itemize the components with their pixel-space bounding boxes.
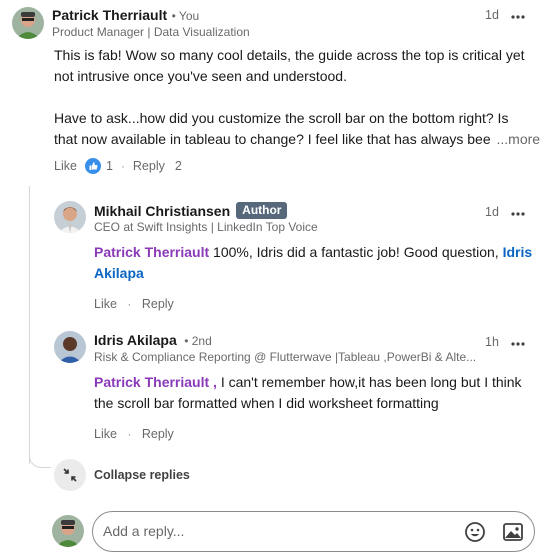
thread-line bbox=[29, 186, 30, 464]
collapse-replies-button[interactable]: Collapse replies bbox=[54, 459, 190, 491]
reply-time: 1d bbox=[485, 205, 499, 219]
reply-actions: Like · Reply bbox=[94, 425, 174, 443]
reply-author-name[interactable]: Idris Akilapa bbox=[94, 332, 177, 348]
see-more-link[interactable]: ...more bbox=[497, 131, 541, 147]
comment-line: This is fab! Wow so many cool details, t… bbox=[54, 47, 525, 63]
reply-author-name[interactable]: Mikhail Christiansen bbox=[94, 203, 230, 219]
like-count[interactable]: 1 bbox=[106, 159, 113, 173]
comment-line: not intrusive once you've seen and under… bbox=[54, 68, 347, 84]
comment-line: Have to ask...how did you customize the … bbox=[54, 110, 509, 126]
reply-input[interactable]: Add a reply... bbox=[92, 511, 535, 552]
emoji-icon[interactable] bbox=[464, 521, 486, 543]
mention-link[interactable]: Patrick Therriault , bbox=[94, 374, 217, 390]
avatar-patrick[interactable] bbox=[12, 7, 44, 39]
comment-body: This is fab! Wow so many cool details, t… bbox=[54, 45, 541, 150]
reply-text: I can't remember how,it has been long bu… bbox=[216, 374, 522, 390]
you-tag: • You bbox=[171, 9, 200, 23]
connection-degree: • 2nd bbox=[184, 334, 212, 348]
reply-author-headline: CEO at Swift Insights | LinkedIn Top Voi… bbox=[94, 220, 318, 234]
reply-button[interactable]: Reply bbox=[142, 297, 174, 311]
mention-link[interactable]: Akilapa bbox=[94, 265, 144, 281]
action-separator: · bbox=[127, 427, 132, 441]
like-reaction-icon[interactable] bbox=[84, 158, 101, 174]
reply-text: 100%, Idris did a fantastic job! Good qu… bbox=[209, 244, 503, 260]
mention-link[interactable]: Patrick Therriault bbox=[94, 244, 209, 260]
reply-input-placeholder: Add a reply... bbox=[103, 523, 185, 539]
thread-line-curve bbox=[29, 452, 51, 468]
avatar-current-user[interactable] bbox=[52, 515, 84, 547]
avatar-mikhail[interactable] bbox=[54, 201, 86, 233]
reply-button[interactable]: Reply bbox=[142, 427, 174, 441]
more-horizontal-icon[interactable] bbox=[510, 336, 526, 346]
comment-line: that now available in tableau to change?… bbox=[54, 131, 491, 147]
reply-button[interactable]: Reply bbox=[133, 159, 165, 173]
more-horizontal-icon[interactable] bbox=[510, 206, 526, 216]
like-button[interactable]: Like bbox=[94, 427, 117, 441]
comment-author-headline: Product Manager | Data Visualization bbox=[52, 25, 250, 39]
reply-body: Patrick Therriault 100%, Idris did a fan… bbox=[94, 242, 534, 284]
avatar-idris[interactable] bbox=[54, 331, 86, 363]
author-badge: Author bbox=[236, 202, 288, 219]
comment-actions: Like 1 · Reply 2 bbox=[54, 158, 182, 174]
reply-body: Patrick Therriault , I can't remember ho… bbox=[94, 372, 534, 414]
collapse-replies-label: Collapse replies bbox=[94, 468, 190, 482]
action-separator: · bbox=[120, 159, 125, 173]
more-horizontal-icon[interactable] bbox=[510, 9, 526, 19]
image-icon[interactable] bbox=[502, 521, 524, 543]
collapse-icon bbox=[54, 459, 86, 491]
reply-author-headline: Risk & Compliance Reporting @ Flutterwav… bbox=[94, 350, 477, 364]
like-button[interactable]: Like bbox=[54, 159, 77, 173]
like-button[interactable]: Like bbox=[94, 297, 117, 311]
reply-count[interactable]: 2 bbox=[175, 159, 182, 173]
comment-time: 1d bbox=[485, 8, 499, 22]
reply-time: 1h bbox=[485, 335, 499, 349]
comment-author-name[interactable]: Patrick Therriault bbox=[52, 7, 167, 23]
mention-link[interactable]: Idris bbox=[503, 244, 533, 260]
action-separator: · bbox=[127, 297, 132, 311]
reply-text: the scroll bar formatted when I did work… bbox=[94, 395, 439, 411]
reply-actions: Like · Reply bbox=[94, 295, 174, 313]
